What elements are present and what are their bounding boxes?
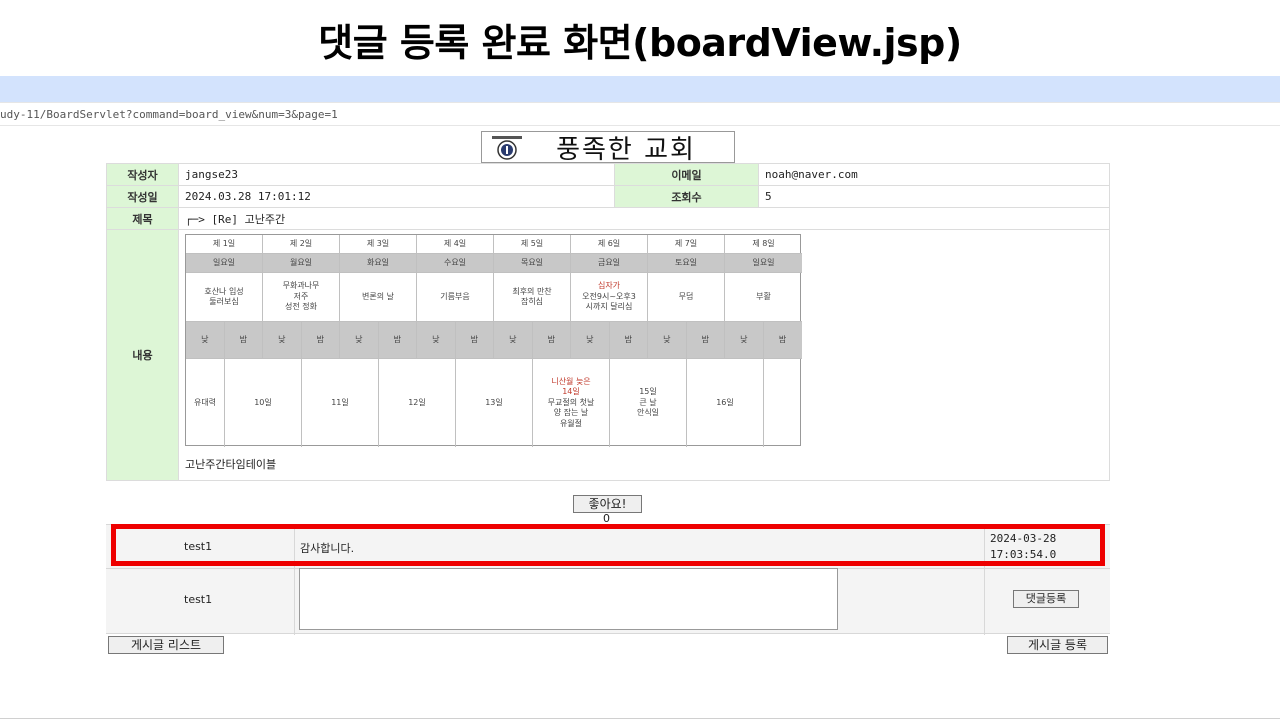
night-half-cell: 밤 xyxy=(532,322,571,359)
event-detail: 오전9시~오후3 시까지 달리심 xyxy=(582,291,636,312)
date-cell: 15일 큰 날 안식일 xyxy=(610,359,687,447)
comment-form-writer: test1 xyxy=(184,593,213,606)
day-cell: 제 8일 xyxy=(725,235,802,254)
night-half-cell: 밤 xyxy=(378,322,417,359)
comment-submit-button[interactable]: 댓글등록 xyxy=(1013,590,1079,608)
passover-highlight: 니산월 늦은 14일 xyxy=(551,377,591,397)
day-half-cell: 낮 xyxy=(417,322,456,359)
church-logo: 풍족한 교회 xyxy=(481,131,735,165)
content-caption: 고난주간타임테이블 xyxy=(185,458,277,471)
week-row-events: 호산나 입성 둘러보심 무화과나무 저주 성전 정화 변론의 날 기름부음 최후… xyxy=(186,273,802,322)
weekday-cell: 수요일 xyxy=(417,254,494,273)
date-label: 작성일 xyxy=(106,185,179,208)
post-list-button[interactable]: 게시글 리스트 xyxy=(108,636,224,654)
email-label: 이메일 xyxy=(614,163,759,186)
new-comment-highlight xyxy=(111,524,1105,566)
date-cell: 13일 xyxy=(456,359,533,447)
day-half-cell: 낮 xyxy=(263,322,302,359)
event-cell: 무덤 xyxy=(648,273,725,322)
event-cell: 변론의 날 xyxy=(340,273,417,322)
email-value: noah@naver.com xyxy=(758,163,1110,186)
night-half-cell: 밤 xyxy=(301,322,340,359)
weekday-cell: 화요일 xyxy=(340,254,417,273)
weekday-cell: 일요일 xyxy=(725,254,802,273)
holy-week-timetable: 제 1일 제 2일 제 3일 제 4일 제 5일 제 6일 제 7일 제 8일 … xyxy=(185,234,802,447)
passover-detail: 무교절의 첫날 양 잡는 날 유월절 xyxy=(547,397,595,428)
day-half-cell: 낮 xyxy=(571,322,610,359)
day-cell: 제 5일 xyxy=(494,235,571,254)
weekday-cell: 토요일 xyxy=(648,254,725,273)
day-half-cell: 낮 xyxy=(725,322,764,359)
bottom-divider xyxy=(0,718,1280,719)
day-half-cell: 낮 xyxy=(648,322,687,359)
views-value: 5 xyxy=(758,185,1110,208)
address-bar[interactable]: udy-11/BoardServlet?command=board_view&n… xyxy=(0,102,1280,126)
week-row-dates: 유대력 10일 11일 12일 13일 니산월 늦은 14일 무교절의 첫날 양 잡… xyxy=(186,359,802,447)
date-cell xyxy=(764,359,802,447)
night-half-cell: 밤 xyxy=(763,322,802,359)
event-cell: 호산나 입성 둘러보심 xyxy=(186,273,263,322)
week-row-weekdays: 일요일 월요일 화요일 수요일 목요일 금요일 토요일 일요일 xyxy=(186,254,802,273)
weekday-cell: 금요일 xyxy=(571,254,648,273)
church-seal-icon xyxy=(492,136,522,160)
like-button[interactable]: 좋아요! xyxy=(573,495,642,513)
date-cell: 12일 xyxy=(379,359,456,447)
browser-toolbar xyxy=(0,76,1280,102)
date-cell: 16일 xyxy=(687,359,764,447)
event-cell: 무화과나무 저주 성전 정화 xyxy=(263,273,340,322)
date-cell: 11일 xyxy=(302,359,379,447)
weekday-cell: 일요일 xyxy=(186,254,263,273)
date-value: 2024.03.28 17:01:12 xyxy=(178,185,615,208)
day-half-cell: 낮 xyxy=(494,322,533,359)
slide-title: 댓글 등록 완료 화면(boardView.jsp) xyxy=(318,21,962,65)
event-cell: 기름부음 xyxy=(417,273,494,322)
subject-value: ┌─> [Re] 고난주간 xyxy=(178,207,1110,230)
date-cell: 유대력 xyxy=(186,359,225,447)
night-half-cell: 밤 xyxy=(224,322,263,359)
event-cell: 부활 xyxy=(725,273,802,322)
weekday-cell: 목요일 xyxy=(494,254,571,273)
views-label: 조회수 xyxy=(614,185,759,208)
day-cell: 제 1일 xyxy=(186,235,263,254)
day-cell: 제 7일 xyxy=(648,235,725,254)
date-cell-passover: 니산월 늦은 14일 무교절의 첫날 양 잡는 날 유월절 xyxy=(533,359,610,447)
day-cell: 제 2일 xyxy=(263,235,340,254)
writer-value: jangse23 xyxy=(178,163,615,186)
day-half-cell: 낮 xyxy=(186,322,225,359)
day-cell: 제 6일 xyxy=(571,235,648,254)
church-name: 풍족한 교회 xyxy=(556,134,696,165)
night-half-cell: 밤 xyxy=(609,322,648,359)
event-highlight: 십자가 xyxy=(597,281,621,291)
post-write-button[interactable]: 게시글 등록 xyxy=(1007,636,1108,654)
url-text[interactable]: udy-11/BoardServlet?command=board_view&n… xyxy=(0,108,338,121)
day-cell: 제 3일 xyxy=(340,235,417,254)
day-cell: 제 4일 xyxy=(417,235,494,254)
week-row-daynight: 낮밤낮밤낮밤낮밤낮밤낮밤낮밤낮밤 xyxy=(186,322,802,359)
night-half-cell: 밤 xyxy=(686,322,725,359)
night-half-cell: 밤 xyxy=(455,322,494,359)
comment-input[interactable] xyxy=(299,568,838,630)
writer-label: 작성자 xyxy=(106,163,179,186)
day-half-cell: 낮 xyxy=(340,322,379,359)
event-cell: 최후의 만찬 잡히심 xyxy=(494,273,571,322)
event-cell-crucifixion: 십자가 오전9시~오후3 시까지 달리심 xyxy=(571,273,648,322)
content-label: 내용 xyxy=(106,229,179,481)
subject-label: 제목 xyxy=(106,207,179,230)
date-cell: 10일 xyxy=(225,359,302,447)
weekday-cell: 월요일 xyxy=(263,254,340,273)
week-row-days: 제 1일 제 2일 제 3일 제 4일 제 5일 제 6일 제 7일 제 8일 xyxy=(186,235,802,254)
